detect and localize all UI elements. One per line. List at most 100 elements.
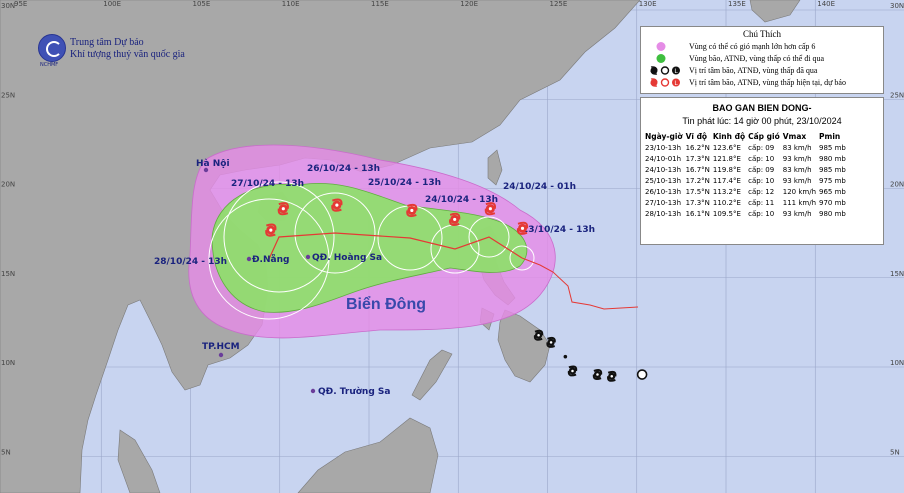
bulletin-col-header: Cấp gió xyxy=(748,132,780,141)
lat-tick-label-right: 10N xyxy=(890,359,904,367)
bulletin-col-header: Vĩ độ xyxy=(685,132,708,141)
bulletin-col-header: Kinh độ xyxy=(712,132,746,141)
bulletin-cell: 970 mb xyxy=(819,199,846,207)
bulletin-cell: 120 km/h xyxy=(782,188,817,196)
bulletin-cell: 123.6°E xyxy=(712,144,741,152)
bulletin-cell: 83 km/h xyxy=(782,144,812,152)
lat-tick-label-left: 30N xyxy=(1,2,15,10)
bulletin-cell: cấp: 09 xyxy=(748,144,775,152)
bulletin-cell: 121.8°E xyxy=(712,155,741,163)
label-27-10: 27/10/24 - 13h xyxy=(231,179,304,189)
lon-tick-label: 110E xyxy=(282,0,300,8)
bulletin-cell: 110.2°E xyxy=(712,199,741,207)
bulletin-cell: 985 mb xyxy=(819,166,846,174)
lon-tick-label: 100E xyxy=(103,0,121,8)
legend-row-wind: Vùng có thể có gió mạnh lớn hơn cấp 6 xyxy=(647,41,879,52)
lat-tick-label-right: 25N xyxy=(890,91,904,99)
bulletin-cell: cấp: 12 xyxy=(748,188,775,196)
bulletin-cell: 113.2°E xyxy=(712,188,741,196)
bulletin-cell: 24/10-13h xyxy=(645,166,682,174)
bulletin-cell: 16.7°N xyxy=(685,166,710,174)
bulletin-body: 23/10-13h 16.2°N 123.6°E cấp: 09 83 km/h 985 … xyxy=(645,143,849,220)
bulletin-cell: cấp: 10 xyxy=(748,177,775,185)
lat-tick-label-right: 30N xyxy=(890,2,904,10)
forecast-storm-icon xyxy=(331,198,343,212)
past-storm-icon xyxy=(567,365,578,377)
bulletin-cell: 980 mb xyxy=(819,210,846,218)
bulletin-row: 24/10-01h 17.3°N 121.8°E cấp: 10 93 km/h 980 … xyxy=(645,154,849,165)
legend-row-zone: Vùng bão, ATNĐ, vùng thấp có thể đi qua xyxy=(647,53,879,64)
bulletin-cell: 93 km/h xyxy=(782,210,812,218)
forecast-storm-icon xyxy=(449,212,461,226)
place-hcm: TP.HCM xyxy=(202,342,240,352)
past-storm-icon xyxy=(592,369,603,380)
forecast-track-symbols-icon: L xyxy=(650,78,680,87)
label-24-10-01h: 24/10/24 - 01h xyxy=(503,182,576,192)
bulletin-cell: 117.4°E xyxy=(712,177,741,185)
past-storm-icon xyxy=(607,370,617,382)
past-storm-icon xyxy=(533,329,544,341)
lon-tick-label: 115E xyxy=(371,0,389,8)
legend-text-forecast: Vị trí tâm bão, ATNĐ, vùng thấp hiện tại… xyxy=(689,78,846,87)
bulletin-cell: 24/10-01h xyxy=(645,155,682,163)
bulletin-row: 26/10-13h 17.5°N 113.2°E cấp: 12 120 km/h 965… xyxy=(645,187,849,198)
agency-logo-tag: NCHMF xyxy=(40,62,59,68)
danang-marker xyxy=(246,256,252,262)
agency-name-line2: Khí tượng thuỷ văn quốc gia xyxy=(70,49,185,60)
forecast-storm-icon xyxy=(406,203,418,218)
lon-tick-label: 105E xyxy=(193,0,211,8)
bulletin-row: 28/10-13h 16.1°N 109.5°E cấp: 10 93 km/h 980 … xyxy=(645,209,849,220)
past-storm-icon xyxy=(546,336,556,348)
bulletin-cell: 27/10-13h xyxy=(645,199,682,207)
bulletin-col-header: Vmax xyxy=(782,132,807,141)
legend-title: Chú Thích xyxy=(742,29,782,39)
lon-tick-label: 120E xyxy=(460,0,478,8)
bulletin-cell: 26/10-13h xyxy=(645,188,682,196)
bulletin-cell: 109.5°E xyxy=(712,210,741,218)
label-28-10: 28/10/24 - 13h xyxy=(154,257,227,267)
bulletin-panel: BAO GAN BIEN DONG- Tin phát lúc: 14 giờ … xyxy=(640,97,884,245)
place-hoangsa: QĐ. Hoàng Sa xyxy=(312,253,382,263)
label-25-10: 25/10/24 - 13h xyxy=(368,178,441,188)
legend-text-wind: Vùng có thể có gió mạnh lớn hơn cấp 6 xyxy=(689,42,816,51)
bulletin-cell: 16.1°N xyxy=(685,210,710,218)
bulletin-issue-time: Tin phát lúc: 14 giờ 00 phút, 23/10/2024 xyxy=(682,116,842,126)
pink-disc-icon xyxy=(656,42,666,51)
label-26-10: 26/10/24 - 13h xyxy=(307,164,380,174)
bulletin-cell: 83 km/h xyxy=(782,166,812,174)
bulletin-row: 24/10-13h 16.7°N 119.8°E cấp: 09 83 km/h 985 … xyxy=(645,165,849,176)
legend-box: Chú Thích Vùng có thể có gió mạnh lớn hơ… xyxy=(640,26,884,94)
bulletin-col-header: Ngày-giờ xyxy=(645,132,683,141)
green-disc-icon xyxy=(656,54,666,63)
lat-tick-label-left: 15N xyxy=(1,270,15,278)
truongsa-marker xyxy=(310,388,316,394)
bulletin-cell: 980 mb xyxy=(819,155,846,163)
bulletin-cell: 25/10-13h xyxy=(645,177,682,185)
bulletin-row: 25/10-13h 17.2°N 117.4°E cấp: 10 93 km/h 975 … xyxy=(645,176,849,187)
forecast-storm-icon xyxy=(516,221,529,235)
sea-name: Biển Đông xyxy=(346,295,426,313)
lat-tick-label-left: 25N xyxy=(1,91,15,99)
bulletin-cell: cấp: 10 xyxy=(748,210,775,218)
lat-tick-label-right: 20N xyxy=(890,181,904,189)
bulletin-cell: cấp: 11 xyxy=(748,199,775,207)
bulletin-header-row: Ngày-giờ Vĩ độ Kinh độ Cấp gió Vmax Pmin xyxy=(645,132,849,143)
bulletin-cell: 28/10-13h xyxy=(645,210,682,218)
bulletin-cell: 17.3°N xyxy=(685,199,710,207)
bulletin-row: 23/10-13h 16.2°N 123.6°E cấp: 09 83 km/h 985 … xyxy=(645,143,849,154)
past-track-symbols-icon: L xyxy=(650,66,680,75)
bulletin-cell: 985 mb xyxy=(819,144,846,152)
bulletin-table: Ngày-giờ Vĩ độ Kinh độ Cấp gió Vmax Pmin 23/1… xyxy=(645,132,849,220)
bulletin-title: BAO GAN BIEN DONG- xyxy=(712,103,812,113)
lat-tick-label-left: 5N xyxy=(1,448,11,456)
place-truongsa: QĐ. Trường Sa xyxy=(318,386,390,397)
lat-tick-label-right: 15N xyxy=(890,270,904,278)
bulletin-cell: cấp: 09 xyxy=(748,166,775,174)
bulletin-cell: 111 km/h xyxy=(782,199,817,207)
legend-row-past: L Vị trí tâm bão, ATNĐ, vùng thấp đã qua xyxy=(647,65,879,76)
bulletin-cell: cấp: 10 xyxy=(748,155,775,163)
bulletin-cell: 17.2°N xyxy=(685,177,710,185)
agency-name-line1: Trung tâm Dự báo xyxy=(70,37,144,48)
agency-logo-icon xyxy=(38,34,66,62)
past-point-icon xyxy=(563,354,568,359)
